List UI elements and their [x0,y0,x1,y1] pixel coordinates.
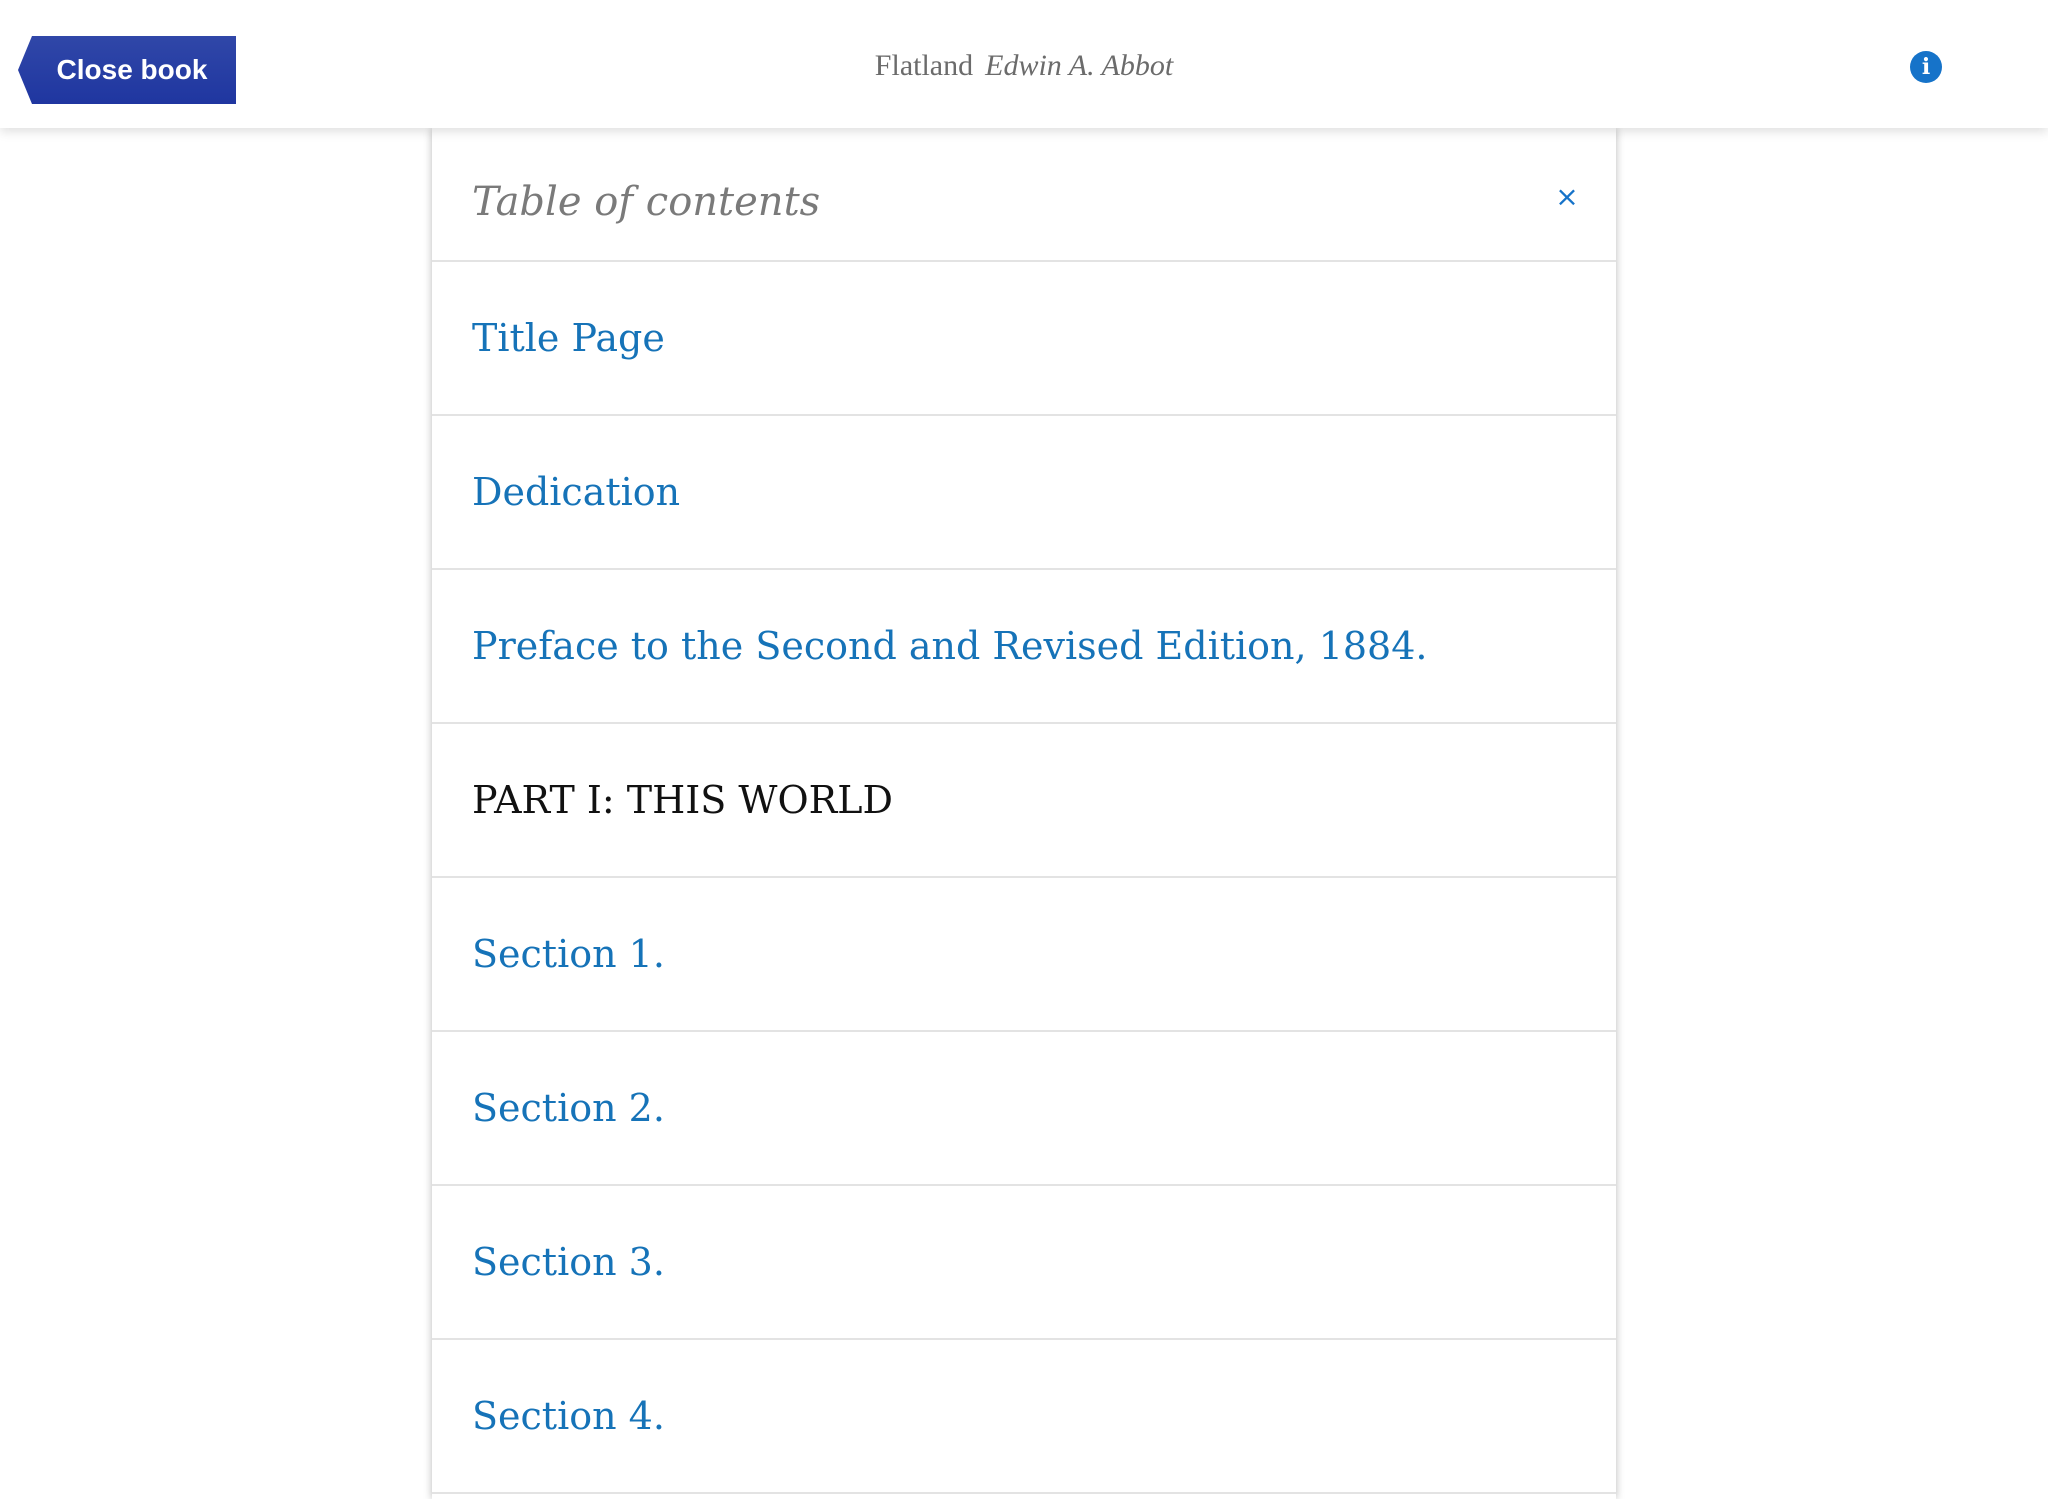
toc-header: Table of contents × [432,128,1616,262]
toc-item[interactable]: Section 3. [432,1186,1616,1340]
toc-item[interactable]: Section 4. [432,1340,1616,1494]
toc-title: Table of contents [472,179,821,225]
top-bar: Close book Flatland Edwin A. Abbot i [0,0,2048,128]
toc-list: Title Page Dedication Preface to the Sec… [432,262,1616,1494]
toc-item[interactable]: Section 2. [432,1032,1616,1186]
toc-item: PART I: THIS WORLD [432,724,1616,878]
info-icon[interactable]: i [1910,51,1942,83]
book-title: Flatland [874,49,974,82]
book-author: Edwin A. Abbot [985,49,1174,82]
toc-item[interactable]: Title Page [432,262,1616,416]
close-icon[interactable]: × [1550,180,1584,214]
table-of-contents-panel: Table of contents × Title Page Dedicatio… [432,128,1616,1499]
toc-item[interactable]: Preface to the Second and Revised Editio… [432,570,1616,724]
toc-item[interactable]: Section 1. [432,878,1616,1032]
toc-item[interactable]: Dedication [432,416,1616,570]
book-title-bar: Flatland Edwin A. Abbot [0,46,2048,86]
